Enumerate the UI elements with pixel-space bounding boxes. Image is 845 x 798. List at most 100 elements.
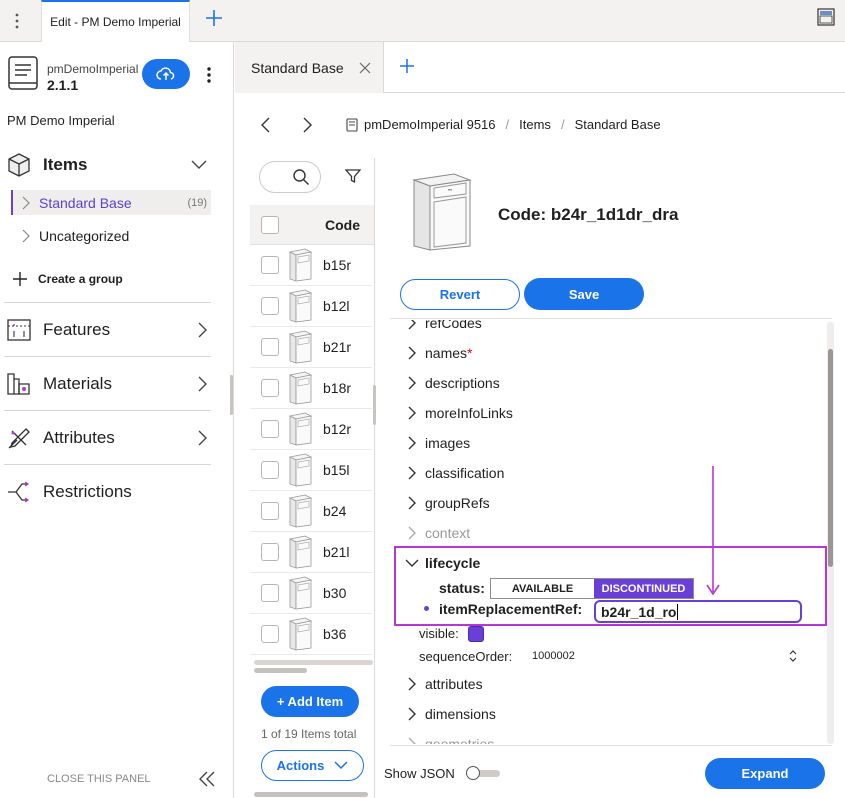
add-item-button[interactable]: + Add Item — [261, 686, 359, 717]
list-item[interactable]: b36 — [250, 614, 372, 655]
plus-icon — [13, 272, 27, 286]
row-checkbox[interactable] — [261, 256, 279, 274]
list-item[interactable]: b12r — [250, 409, 372, 450]
list-item[interactable]: b18r — [250, 368, 372, 409]
panel-resize-handle[interactable] — [230, 375, 233, 415]
save-button[interactable]: Save — [524, 278, 644, 310]
breadcrumb-separator: / — [560, 117, 565, 132]
list-item[interactable]: b15l — [250, 450, 372, 491]
create-group-button[interactable]: Create a group — [12, 269, 123, 289]
sequence-order-label: sequenceOrder: — [419, 649, 513, 664]
item-code: b15r — [323, 257, 352, 273]
show-json-toggle[interactable] — [466, 766, 500, 780]
tree-node-names[interactable]: names * — [405, 341, 472, 365]
sidebar-item-attributes[interactable]: Attributes — [6, 421, 211, 455]
row-checkbox[interactable] — [261, 461, 279, 479]
more-vertical-icon[interactable] — [12, 12, 22, 30]
list-horizontal-scrollbar[interactable] — [254, 660, 373, 665]
group-standard-base[interactable]: Standard Base (19) — [11, 190, 211, 215]
list-item[interactable]: b24 — [250, 491, 372, 532]
item-code-title: Code: b24r_1d1dr_dra — [498, 205, 679, 224]
group-count-badge: (19) — [187, 196, 207, 209]
tree-node-descriptions[interactable]: descriptions — [405, 371, 500, 395]
group-uncategorized[interactable]: Uncategorized — [13, 223, 211, 248]
actions-button[interactable]: Actions — [261, 750, 364, 781]
status-label: status: — [439, 580, 485, 596]
forward-chevron-icon[interactable] — [302, 117, 312, 133]
row-checkbox[interactable] — [261, 543, 279, 561]
row-checkbox[interactable] — [261, 502, 279, 520]
list-item[interactable]: b21l — [250, 532, 372, 573]
tree-node-refcodes[interactable]: refCodes — [405, 320, 482, 335]
expand-button[interactable]: Expand — [705, 758, 825, 789]
tree-node-label: images — [425, 435, 471, 451]
breadcrumb-items[interactable]: Items — [519, 117, 551, 132]
sidebar-item-items[interactable]: Items — [6, 148, 211, 182]
project-menu-icon[interactable] — [205, 66, 213, 84]
project-book-icon — [346, 117, 358, 132]
tree-node-classification[interactable]: classification — [405, 461, 504, 485]
modified-dot — [424, 606, 429, 611]
row-checkbox[interactable] — [261, 338, 279, 356]
tree-node-attributes[interactable]: attributes — [405, 672, 483, 696]
list-item[interactable]: b30 — [250, 573, 372, 614]
tab-standard-base[interactable]: Standard Base — [235, 42, 384, 93]
tree-node-grouprefs[interactable]: groupRefs — [405, 491, 490, 515]
left-panel: pmDemoImperial 2.1.1 PM Demo Imperial It… — [0, 42, 234, 798]
list-item[interactable]: b12l — [250, 286, 372, 327]
add-tab-plus-icon[interactable] — [399, 58, 415, 74]
sidebar-item-features-label: Features — [43, 320, 111, 339]
select-all-checkbox[interactable] — [261, 215, 279, 234]
filter-icon[interactable] — [345, 168, 361, 184]
sidebar-item-features[interactable]: Features — [6, 313, 211, 347]
tree-node-dimensions[interactable]: dimensions — [405, 702, 496, 726]
new-tab-plus-icon[interactable] — [205, 9, 223, 27]
tree-node-lifecycle[interactable]: lifecycle — [405, 551, 480, 575]
list-item[interactable]: b21r — [250, 327, 372, 368]
actions-label: Actions — [276, 758, 325, 773]
column-header-code[interactable]: Code — [325, 217, 360, 233]
list-bottom-scrollbar[interactable] — [254, 792, 368, 797]
top-bar: Edit - PM Demo Imperial — [0, 0, 845, 42]
tree-node-geometries[interactable]: geometries — [405, 732, 494, 744]
sidebar-item-materials-label: Materials — [43, 374, 112, 393]
list-item[interactable]: b15r — [250, 245, 372, 286]
row-checkbox[interactable] — [261, 297, 279, 315]
list-scrollbar-thumb[interactable] — [254, 668, 307, 673]
row-checkbox[interactable] — [261, 584, 279, 602]
row-checkbox[interactable] — [261, 625, 279, 643]
sequence-order-input[interactable]: 1000002 — [527, 645, 802, 667]
search-box[interactable] — [259, 161, 321, 193]
group-uncategorized-label: Uncategorized — [39, 227, 130, 244]
editor-tab[interactable]: Edit - PM Demo Imperial — [41, 0, 190, 42]
restrictions-icon — [8, 481, 30, 503]
revert-button[interactable]: Revert — [400, 279, 520, 310]
tree-node-moreinfolinks[interactable]: moreInfoLinks — [405, 401, 513, 425]
visible-checkbox[interactable] — [468, 626, 484, 642]
back-chevron-icon[interactable] — [261, 117, 271, 133]
item-count-text: 1 of 19 Items total — [261, 727, 357, 741]
spinner-arrows-icon — [789, 650, 797, 662]
status-discontinued-option[interactable]: DISCONTINUED — [594, 579, 693, 598]
item-code: b21l — [323, 544, 350, 560]
divider — [4, 356, 211, 357]
tree-node-images[interactable]: images — [405, 431, 470, 455]
divider — [390, 745, 832, 746]
sidebar-item-restrictions[interactable]: Restrictions — [6, 475, 211, 509]
row-checkbox[interactable] — [261, 379, 279, 397]
row-checkbox[interactable] — [261, 420, 279, 438]
column-resize-handle[interactable] — [373, 385, 376, 425]
breadcrumb-project[interactable]: pmDemoImperial 9516 — [364, 117, 496, 132]
sequence-order-value: 1000002 — [532, 650, 575, 662]
attributes-icon — [8, 428, 30, 449]
sidebar-item-materials[interactable]: Materials — [6, 367, 211, 401]
publish-button[interactable] — [142, 59, 190, 89]
collapse-double-chevron-icon[interactable] — [198, 771, 216, 787]
detail-scrollbar-thumb[interactable] — [828, 349, 833, 567]
window-toggle-icon[interactable] — [817, 8, 835, 26]
replacement-ref-input[interactable]: b24r_1d_ro — [594, 600, 802, 623]
cabinet-thumbnail-image — [288, 330, 312, 364]
close-panel-link[interactable]: CLOSE THIS PANEL — [47, 773, 151, 785]
status-available-option[interactable]: AVAILABLE — [491, 579, 594, 598]
tree-node-context[interactable]: context — [405, 521, 470, 545]
